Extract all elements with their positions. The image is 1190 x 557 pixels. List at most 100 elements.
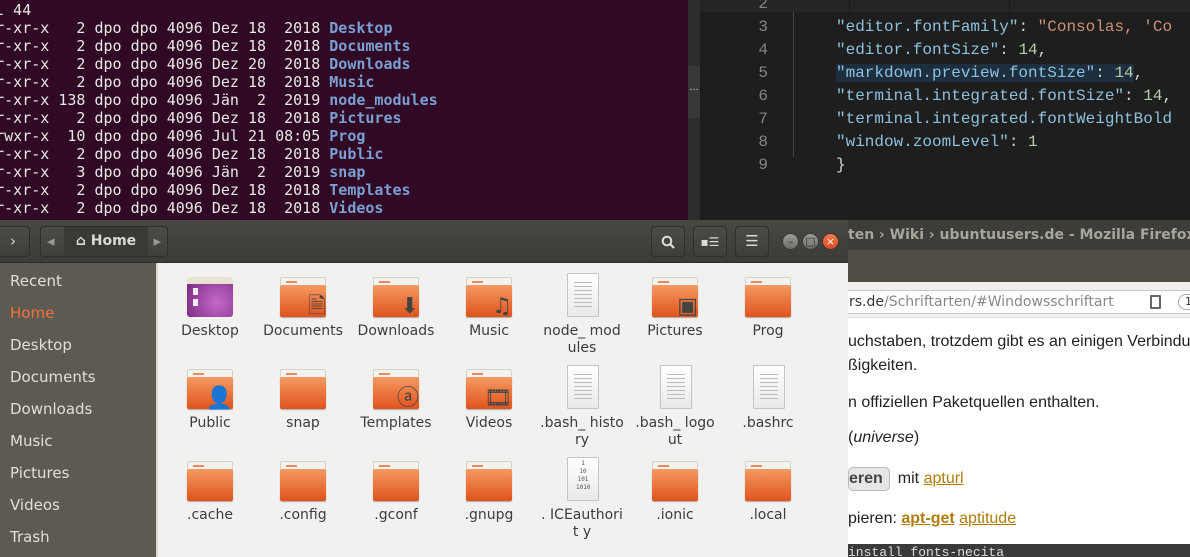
code-editor[interactable]: ... 2 3 "editor.fontFamily": "Consolas, 'C… bbox=[688, 0, 1190, 222]
zoom-indicator[interactable]: 1 bbox=[1178, 294, 1190, 310]
file-item[interactable]: node_ modules bbox=[537, 273, 627, 357]
directory-name: Prog bbox=[329, 127, 366, 145]
file-item[interactable]: .ionic bbox=[630, 461, 720, 524]
editor-tab[interactable] bbox=[700, 0, 850, 12]
file-item[interactable]: .bash_ history bbox=[537, 365, 627, 449]
code-line[interactable]: "markdown.preview.fontSize": 14, bbox=[836, 64, 1143, 82]
document-icon: 🗎 bbox=[308, 294, 326, 319]
json-key: "markdown.preview.fontSize" bbox=[836, 64, 1096, 82]
file-item[interactable]: .gconf bbox=[351, 461, 441, 524]
file-item[interactable]: 🗎 Documents bbox=[258, 277, 348, 340]
sidebar-item-recent[interactable]: Recent bbox=[10, 272, 62, 290]
sidebar-item-documents[interactable]: Documents bbox=[10, 368, 96, 386]
folder-icon: 👤 bbox=[187, 369, 233, 411]
ls-entry-meta: drwxr-xr-x 2 dpo dpo 4096 Dez 18 2018 bbox=[0, 37, 321, 55]
url-bar[interactable]: rs.de/Schriftarten/#Windowsschriftart bbox=[800, 290, 1190, 314]
search-button[interactable] bbox=[651, 226, 685, 257]
file-label: .ionic bbox=[656, 507, 694, 523]
folder-body bbox=[652, 469, 698, 501]
page-body bbox=[753, 365, 785, 409]
file-item[interactable]: 👤 Public bbox=[165, 369, 255, 432]
folder-icon bbox=[745, 277, 791, 317]
code-line[interactable]: "terminal.integrated.fontSize": 14, bbox=[836, 87, 1172, 105]
json-value: 1 bbox=[1028, 133, 1038, 151]
desktop-body bbox=[187, 277, 233, 317]
terminal-line: drwxr-xr-x 2 dpo dpo 4096 Dez 18 2018 Te… bbox=[0, 181, 411, 199]
sidebar-item-desktop[interactable]: Desktop bbox=[10, 336, 72, 354]
line-number: 4 bbox=[758, 41, 768, 59]
more-icon[interactable]: ... bbox=[688, 66, 700, 118]
json-separator: : bbox=[1124, 87, 1144, 105]
directory-name: Templates bbox=[329, 181, 411, 199]
minimize-button[interactable]: – bbox=[782, 233, 799, 250]
file-item[interactable]: .local bbox=[723, 461, 813, 524]
code-line[interactable]: "editor.fontSize": 14, bbox=[836, 41, 1047, 59]
close-button[interactable]: × bbox=[822, 233, 839, 250]
menu-button[interactable]: ☰ bbox=[735, 226, 769, 257]
hamburger-icon: ☰ bbox=[745, 232, 759, 250]
picture-icon: ▣ bbox=[677, 294, 698, 319]
file-item[interactable]: 🎞 Videos bbox=[444, 369, 534, 432]
file-item[interactable]: 1 10 101 1010 . ICEauthorit y bbox=[537, 457, 627, 541]
folder-body: ♫ bbox=[466, 285, 512, 319]
file-item[interactable]: ♫ Music bbox=[444, 277, 534, 340]
chevron-right-icon[interactable]: ▸ bbox=[153, 227, 161, 256]
terminal-line: total 44 bbox=[0, 1, 31, 19]
list-view-icon: ▪☰ bbox=[700, 235, 720, 249]
code-line[interactable]: "editor.fontFamily": "Consolas, 'Co bbox=[836, 18, 1172, 36]
sidebar-item-music[interactable]: Music bbox=[10, 432, 53, 450]
chevron-left-icon[interactable]: ◂ bbox=[47, 227, 55, 256]
terminal-window[interactable]: total 44 drwxr-xr-x 2 dpo dpo 4096 Dez 18… bbox=[0, 0, 688, 222]
json-comma: , bbox=[1162, 87, 1173, 105]
repo-line: (universe) bbox=[848, 429, 919, 447]
file-item[interactable]: Desktop bbox=[165, 277, 255, 340]
file-item[interactable]: ⓐ Templates bbox=[351, 369, 441, 432]
folder-body: ⬇ bbox=[373, 285, 419, 319]
apt-get-link[interactable]: apt-get bbox=[901, 510, 954, 527]
file-item[interactable]: ▣ Pictures bbox=[630, 277, 720, 340]
code-line[interactable]: } bbox=[836, 156, 846, 174]
page-body bbox=[567, 273, 599, 317]
terminal-line: drwxr-xr-x 2 dpo dpo 4096 Dez 18 2018 Pu… bbox=[0, 145, 383, 163]
directory-name: Pictures bbox=[329, 109, 402, 127]
sidebar-item-downloads[interactable]: Downloads bbox=[10, 400, 92, 418]
directory-name: Music bbox=[329, 73, 375, 91]
folder-icon bbox=[745, 461, 791, 501]
reader-view-icon[interactable] bbox=[1150, 295, 1161, 309]
copy-line: pieren: apt-get aptitude bbox=[848, 510, 1016, 528]
file-item[interactable]: Prog bbox=[723, 277, 813, 340]
person-icon: 👤 bbox=[205, 386, 233, 411]
json-separator: : bbox=[1095, 64, 1115, 82]
repo-name: universe bbox=[853, 429, 914, 446]
editor-tab[interactable] bbox=[850, 0, 1010, 12]
line-number: 6 bbox=[758, 87, 768, 105]
maximize-button[interactable]: □ bbox=[802, 233, 819, 250]
file-item[interactable]: .bash_ logout bbox=[630, 365, 720, 449]
view-options-button[interactable]: ▪☰ bbox=[693, 226, 727, 257]
code-line[interactable]: "terminal.integrated.fontWeightBold bbox=[836, 110, 1172, 128]
file-item[interactable]: .cache bbox=[165, 461, 255, 524]
directory-name: Downloads bbox=[329, 55, 411, 73]
sidebar-item-pictures[interactable]: Pictures bbox=[10, 464, 69, 482]
apturl-link[interactable]: apturl bbox=[924, 470, 964, 487]
forward-sidebar-button[interactable]: › bbox=[0, 226, 30, 257]
aptitude-link[interactable]: aptitude bbox=[959, 510, 1016, 527]
film-icon: 🎞 bbox=[484, 386, 512, 411]
file-label: .cache bbox=[187, 507, 233, 523]
code-line[interactable]: "window.zoomLevel": 1 bbox=[836, 133, 1038, 151]
location-home-button[interactable]: ⌂ Home bbox=[64, 227, 148, 256]
file-item[interactable]: snap bbox=[258, 369, 348, 432]
file-item[interactable]: .gnupg bbox=[444, 461, 534, 524]
file-item[interactable]: .bashrc bbox=[723, 365, 813, 432]
folder-icon bbox=[280, 369, 326, 409]
url-host: rs.de bbox=[849, 294, 884, 310]
json-separator: : bbox=[999, 41, 1019, 59]
install-button[interactable]: eren bbox=[848, 467, 890, 491]
file-icon: 1 10 101 1010 bbox=[559, 457, 605, 501]
file-item[interactable]: .config bbox=[258, 461, 348, 524]
file-item[interactable]: ⬇ Downloads bbox=[351, 277, 441, 340]
json-value: 14 bbox=[1143, 87, 1163, 105]
sidebar-item-videos[interactable]: Videos bbox=[10, 496, 60, 514]
sidebar-item-home[interactable]: Home bbox=[10, 304, 54, 322]
sidebar-item-trash[interactable]: Trash bbox=[10, 528, 50, 546]
